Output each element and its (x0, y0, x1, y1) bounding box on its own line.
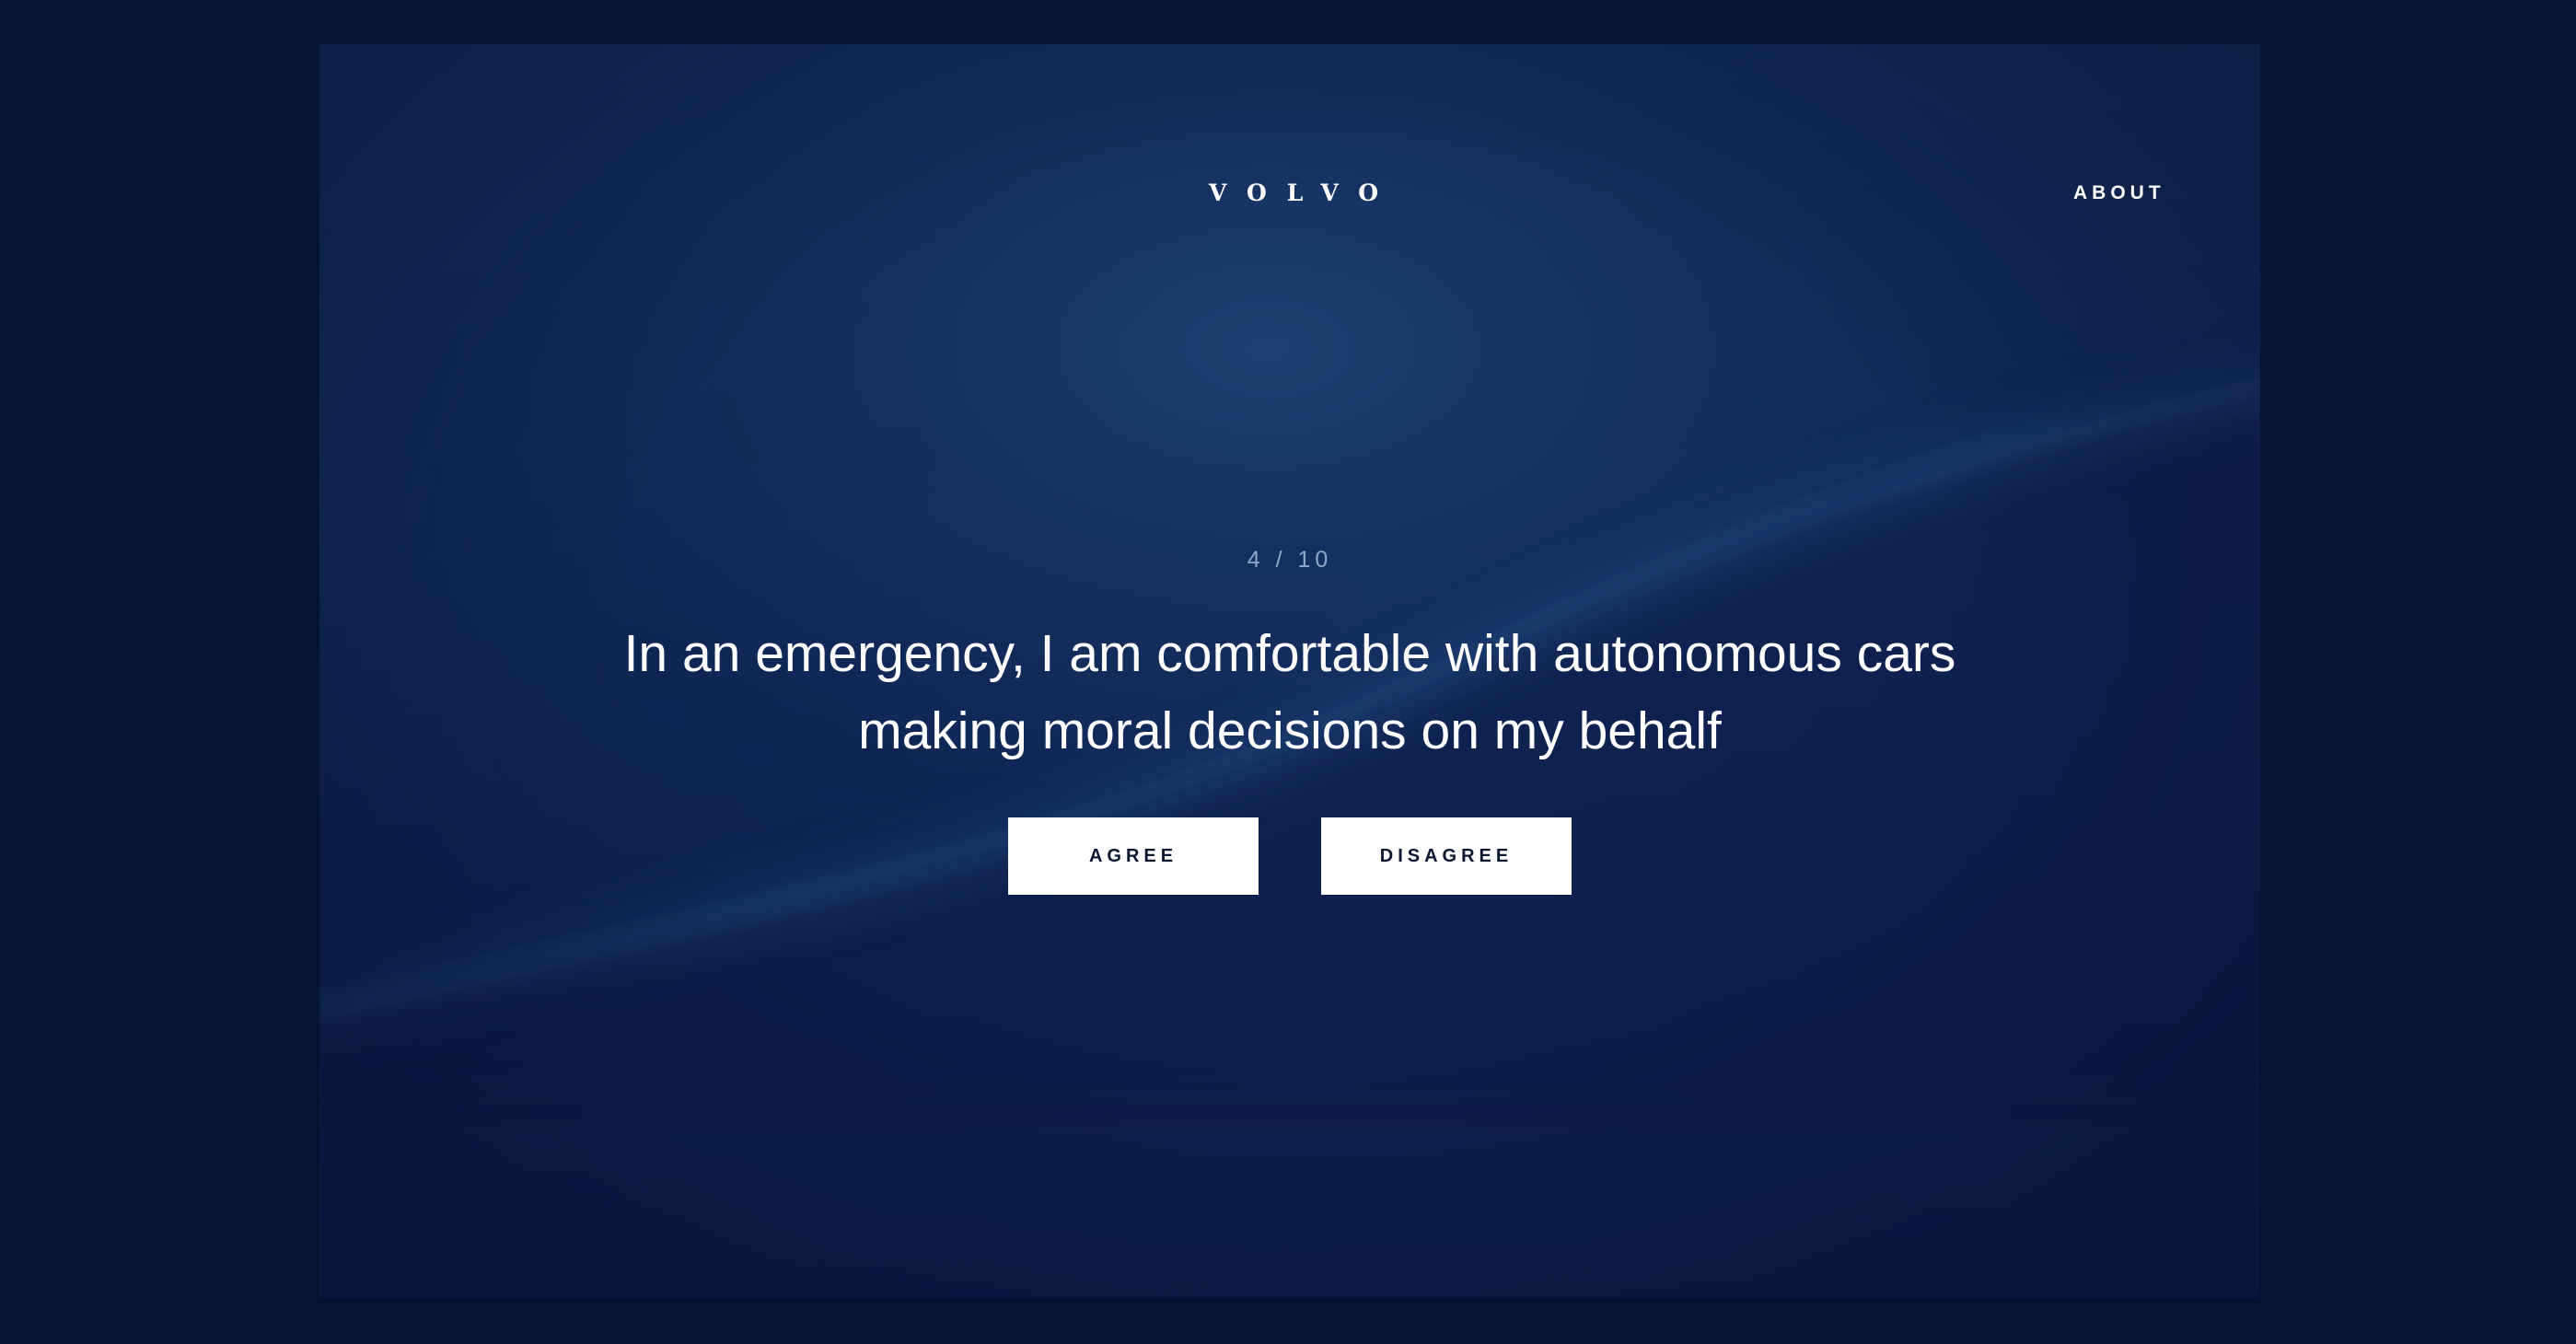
agree-button[interactable]: AGREE (1008, 817, 1259, 895)
about-link[interactable]: ABOUT (2073, 177, 2221, 210)
question-progress: 4 / 10 (1247, 547, 1333, 573)
volvo-logo[interactable]: VOLVO (1189, 175, 1391, 212)
question-text: In an emergency, I am comfortable with a… (623, 624, 1956, 760)
app-screen: VOLVO ABOUT 4 / 10 In an emergency, I am… (319, 44, 2260, 1298)
disagree-button[interactable]: DISAGREE (1321, 817, 1572, 895)
